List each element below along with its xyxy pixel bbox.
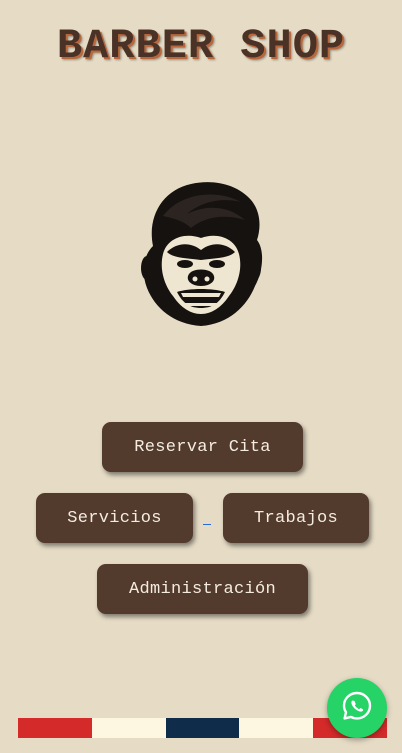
trabajos-label: Trabajos	[253, 508, 338, 528]
stripe	[165, 718, 240, 738]
hidden-link[interactable]	[203, 524, 211, 525]
whatsapp-icon	[340, 689, 374, 728]
administracion-label: Administración	[128, 579, 277, 599]
administracion-button[interactable]: Administración	[97, 564, 308, 614]
reservar-cita-button[interactable]: Reservar Cita	[102, 422, 303, 472]
whatsapp-button[interactable]	[327, 678, 387, 738]
stripe	[239, 718, 314, 738]
servicios-button[interactable]: Servicios	[36, 493, 193, 543]
reservar-cita-label: Reservar Cita	[134, 437, 271, 457]
trabajos-button[interactable]: Trabajos	[223, 493, 369, 543]
stripe	[18, 718, 92, 738]
gorilla-logo-icon	[133, 176, 269, 328]
stripe	[91, 718, 166, 738]
page-title: BARBER SHOP	[56, 22, 346, 70]
servicios-label: Servicios	[67, 508, 162, 528]
